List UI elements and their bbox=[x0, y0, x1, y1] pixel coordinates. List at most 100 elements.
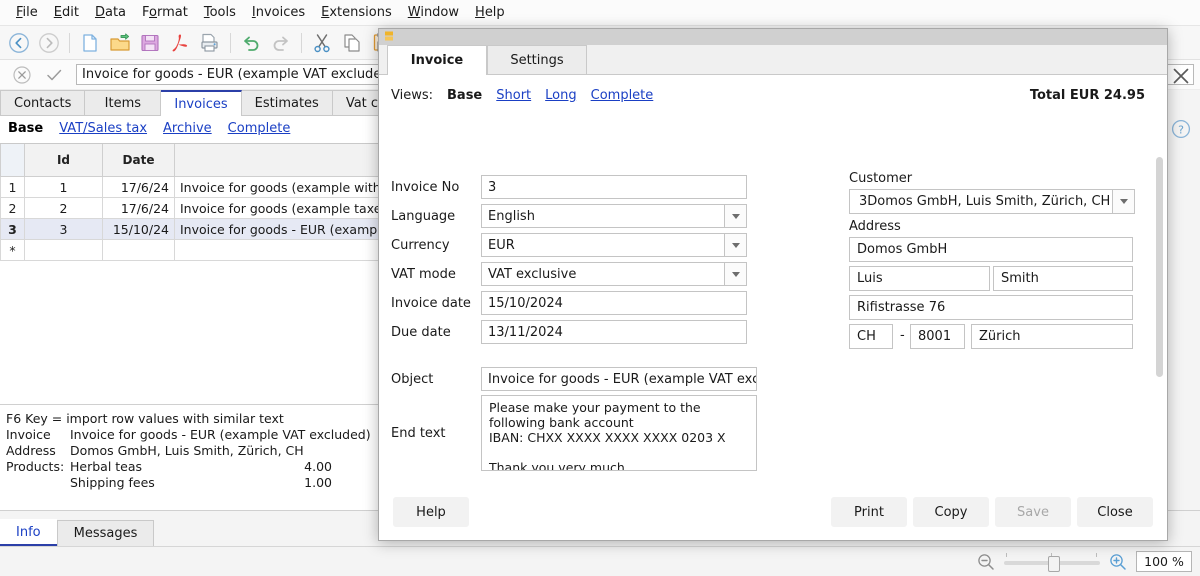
address-last-name-input[interactable]: Smith bbox=[993, 266, 1133, 291]
field-label: Object bbox=[391, 371, 434, 387]
subtab-archive[interactable]: Archive bbox=[163, 121, 212, 136]
object-input[interactable]: Invoice for goods - EUR (example VAT exc… bbox=[481, 367, 757, 391]
field-label: Invoice No bbox=[391, 179, 460, 195]
customer-name: Domos GmbH, Luis Smith, Zürich, CH bbox=[867, 194, 1111, 209]
status-bar: 100 % bbox=[0, 546, 1200, 576]
customer-combo[interactable]: 3 Domos GmbH, Luis Smith, Zürich, CH bbox=[849, 189, 1135, 214]
svg-text:?: ? bbox=[1178, 123, 1184, 136]
open-folder-icon[interactable] bbox=[105, 29, 135, 57]
subtab-base[interactable]: Base bbox=[8, 121, 43, 136]
cancel-icon[interactable] bbox=[6, 63, 38, 87]
due-date-input[interactable]: 13/11/2024 bbox=[481, 320, 747, 344]
grid-corner[interactable] bbox=[0, 144, 25, 177]
slider-tick bbox=[1096, 552, 1097, 557]
chevron-down-icon[interactable] bbox=[725, 204, 747, 228]
save-icon[interactable] bbox=[135, 29, 165, 57]
zoom-slider[interactable] bbox=[1004, 552, 1100, 572]
undo-icon[interactable] bbox=[236, 29, 266, 57]
cell-id[interactable]: 3 bbox=[24, 218, 103, 240]
cell-date[interactable] bbox=[102, 239, 175, 261]
menu-tools[interactable]: Tools bbox=[196, 3, 244, 22]
zoom-in-icon[interactable] bbox=[1108, 552, 1128, 572]
print-preview-icon[interactable] bbox=[195, 29, 225, 57]
view-complete[interactable]: Complete bbox=[591, 88, 654, 103]
menu-file[interactable]: FFileile bbox=[8, 3, 46, 22]
dialog-scrollbar[interactable] bbox=[1156, 157, 1163, 377]
address-zip-input[interactable]: 8001 bbox=[910, 324, 965, 349]
tab-contacts[interactable]: Contacts bbox=[0, 90, 86, 115]
toolbar-separator bbox=[69, 32, 70, 53]
currency-value[interactable]: EUR bbox=[481, 233, 725, 257]
cell-id[interactable]: 1 bbox=[24, 176, 103, 198]
invoice-date-input[interactable]: 15/10/2024 bbox=[481, 291, 747, 315]
copy-button[interactable]: Copy bbox=[913, 497, 989, 527]
row-header[interactable]: 3 bbox=[0, 218, 25, 240]
tab-invoices[interactable]: Invoices bbox=[161, 90, 242, 116]
close-icon[interactable] bbox=[1166, 62, 1196, 90]
zoom-level-value[interactable]: 100 % bbox=[1136, 551, 1192, 572]
redo-icon[interactable] bbox=[266, 29, 296, 57]
cell-date[interactable]: 15/10/24 bbox=[102, 218, 175, 240]
subtab-vat-sales-tax[interactable]: VAT/Sales tax bbox=[59, 121, 147, 136]
menu-data[interactable]: Data bbox=[87, 3, 134, 22]
menu-help[interactable]: Help bbox=[467, 3, 513, 22]
tab-messages[interactable]: Messages bbox=[56, 520, 155, 546]
address-country-input[interactable]: CH bbox=[849, 324, 893, 349]
row-header[interactable]: 1 bbox=[0, 176, 25, 198]
menu-format[interactable]: Format bbox=[134, 3, 196, 22]
cell-id[interactable] bbox=[24, 239, 103, 261]
cell-date[interactable]: 17/6/24 bbox=[102, 197, 175, 219]
column-header-date[interactable]: Date bbox=[102, 144, 175, 177]
currency-combo[interactable]: EUR bbox=[481, 233, 747, 257]
menu-invoices[interactable]: Invoices bbox=[244, 3, 313, 22]
accept-icon[interactable] bbox=[38, 63, 70, 87]
row-header[interactable]: * bbox=[0, 239, 25, 261]
customer-label: Customer bbox=[849, 171, 913, 186]
tab-estimates[interactable]: Estimates bbox=[241, 90, 333, 115]
dialog-titlebar[interactable] bbox=[379, 29, 1167, 45]
dialog-tab-settings[interactable]: Settings bbox=[487, 45, 587, 74]
customer-value[interactable]: 3 Domos GmbH, Luis Smith, Zürich, CH bbox=[849, 189, 1113, 214]
print-button[interactable]: Print bbox=[831, 497, 907, 527]
end-text-input[interactable]: Please make your payment to the followin… bbox=[481, 395, 757, 471]
slider-thumb[interactable] bbox=[1048, 555, 1060, 572]
chevron-down-icon[interactable] bbox=[725, 233, 747, 257]
close-button[interactable]: Close bbox=[1077, 497, 1153, 527]
vat-mode-value[interactable]: VAT exclusive bbox=[481, 262, 725, 286]
help-button[interactable]: Help bbox=[393, 497, 469, 527]
help-icon[interactable]: ? bbox=[1166, 116, 1196, 142]
address-street-input[interactable]: Rifistrasse 76 bbox=[849, 295, 1133, 320]
menu-extensions[interactable]: Extensions bbox=[313, 3, 400, 22]
column-header-id[interactable]: Id bbox=[24, 144, 103, 177]
tab-info[interactable]: Info bbox=[0, 519, 57, 546]
chevron-down-icon[interactable] bbox=[725, 262, 747, 286]
tab-items[interactable]: Items bbox=[85, 90, 162, 115]
row-header[interactable]: 2 bbox=[0, 197, 25, 219]
cell-id[interactable]: 2 bbox=[24, 197, 103, 219]
forward-icon[interactable] bbox=[34, 29, 64, 57]
view-base[interactable]: Base bbox=[447, 88, 482, 103]
chevron-down-icon[interactable] bbox=[1113, 189, 1135, 214]
menu-window[interactable]: Window bbox=[400, 3, 467, 22]
info-value: Invoice for goods - EUR (example VAT exc… bbox=[70, 427, 371, 442]
address-city-input[interactable]: Zürich bbox=[971, 324, 1133, 349]
language-combo[interactable]: English bbox=[481, 204, 747, 228]
pdf-icon[interactable] bbox=[165, 29, 195, 57]
subtab-complete[interactable]: Complete bbox=[228, 121, 291, 136]
invoice-no-input[interactable]: 3 bbox=[481, 175, 747, 199]
cut-icon[interactable] bbox=[307, 29, 337, 57]
view-short[interactable]: Short bbox=[496, 88, 531, 103]
info-value: Domos GmbH, Luis Smith, Zürich, CH bbox=[70, 443, 304, 458]
menu-edit[interactable]: Edit bbox=[46, 3, 87, 22]
copy-icon[interactable] bbox=[337, 29, 367, 57]
vat-mode-combo[interactable]: VAT exclusive bbox=[481, 262, 747, 286]
view-long[interactable]: Long bbox=[545, 88, 576, 103]
dialog-tab-invoice[interactable]: Invoice bbox=[387, 45, 487, 75]
cell-date[interactable]: 17/6/24 bbox=[102, 176, 175, 198]
zoom-out-icon[interactable] bbox=[976, 552, 996, 572]
new-file-icon[interactable] bbox=[75, 29, 105, 57]
address-company-input[interactable]: Domos GmbH bbox=[849, 237, 1133, 262]
language-value[interactable]: English bbox=[481, 204, 725, 228]
address-first-name-input[interactable]: Luis bbox=[849, 266, 990, 291]
back-icon[interactable] bbox=[4, 29, 34, 57]
